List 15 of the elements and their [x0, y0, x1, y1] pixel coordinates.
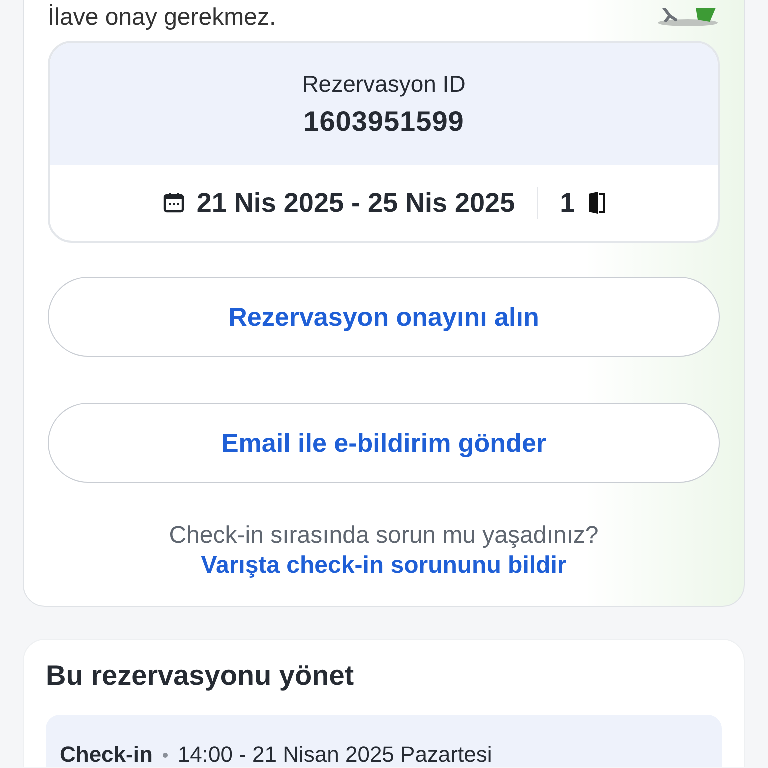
separator-dot: [162, 752, 168, 758]
date-range: 21 Nis 2025 - 25 Nis 2025: [196, 188, 516, 218]
reservation-id-label: Rezervasyon ID: [302, 70, 466, 98]
action-button[interactable]: Rezervasyon onayını alın: [48, 277, 720, 357]
check-in-label: Check-in: [60, 743, 153, 767]
door-icon: [587, 192, 606, 214]
help-text: Check-in sırasında sorun mu yaşadınız?: [168, 521, 600, 551]
check-in-time: 14:00 - 21 Nisan 2025 Pazartesi: [178, 743, 492, 767]
reservation-id: 1603951599: [304, 106, 464, 138]
status-message: İlave onay gerekmez.: [48, 4, 276, 32]
calendar-icon: [162, 192, 185, 214]
section-title: Bu rezervasyonu yönet: [46, 659, 356, 693]
action-button[interactable]: Email ile e-bildirim gönder: [48, 403, 720, 483]
report-link[interactable]: Varışta check-in sorununu bildir: [201, 552, 567, 579]
room-count: 1: [560, 188, 576, 218]
